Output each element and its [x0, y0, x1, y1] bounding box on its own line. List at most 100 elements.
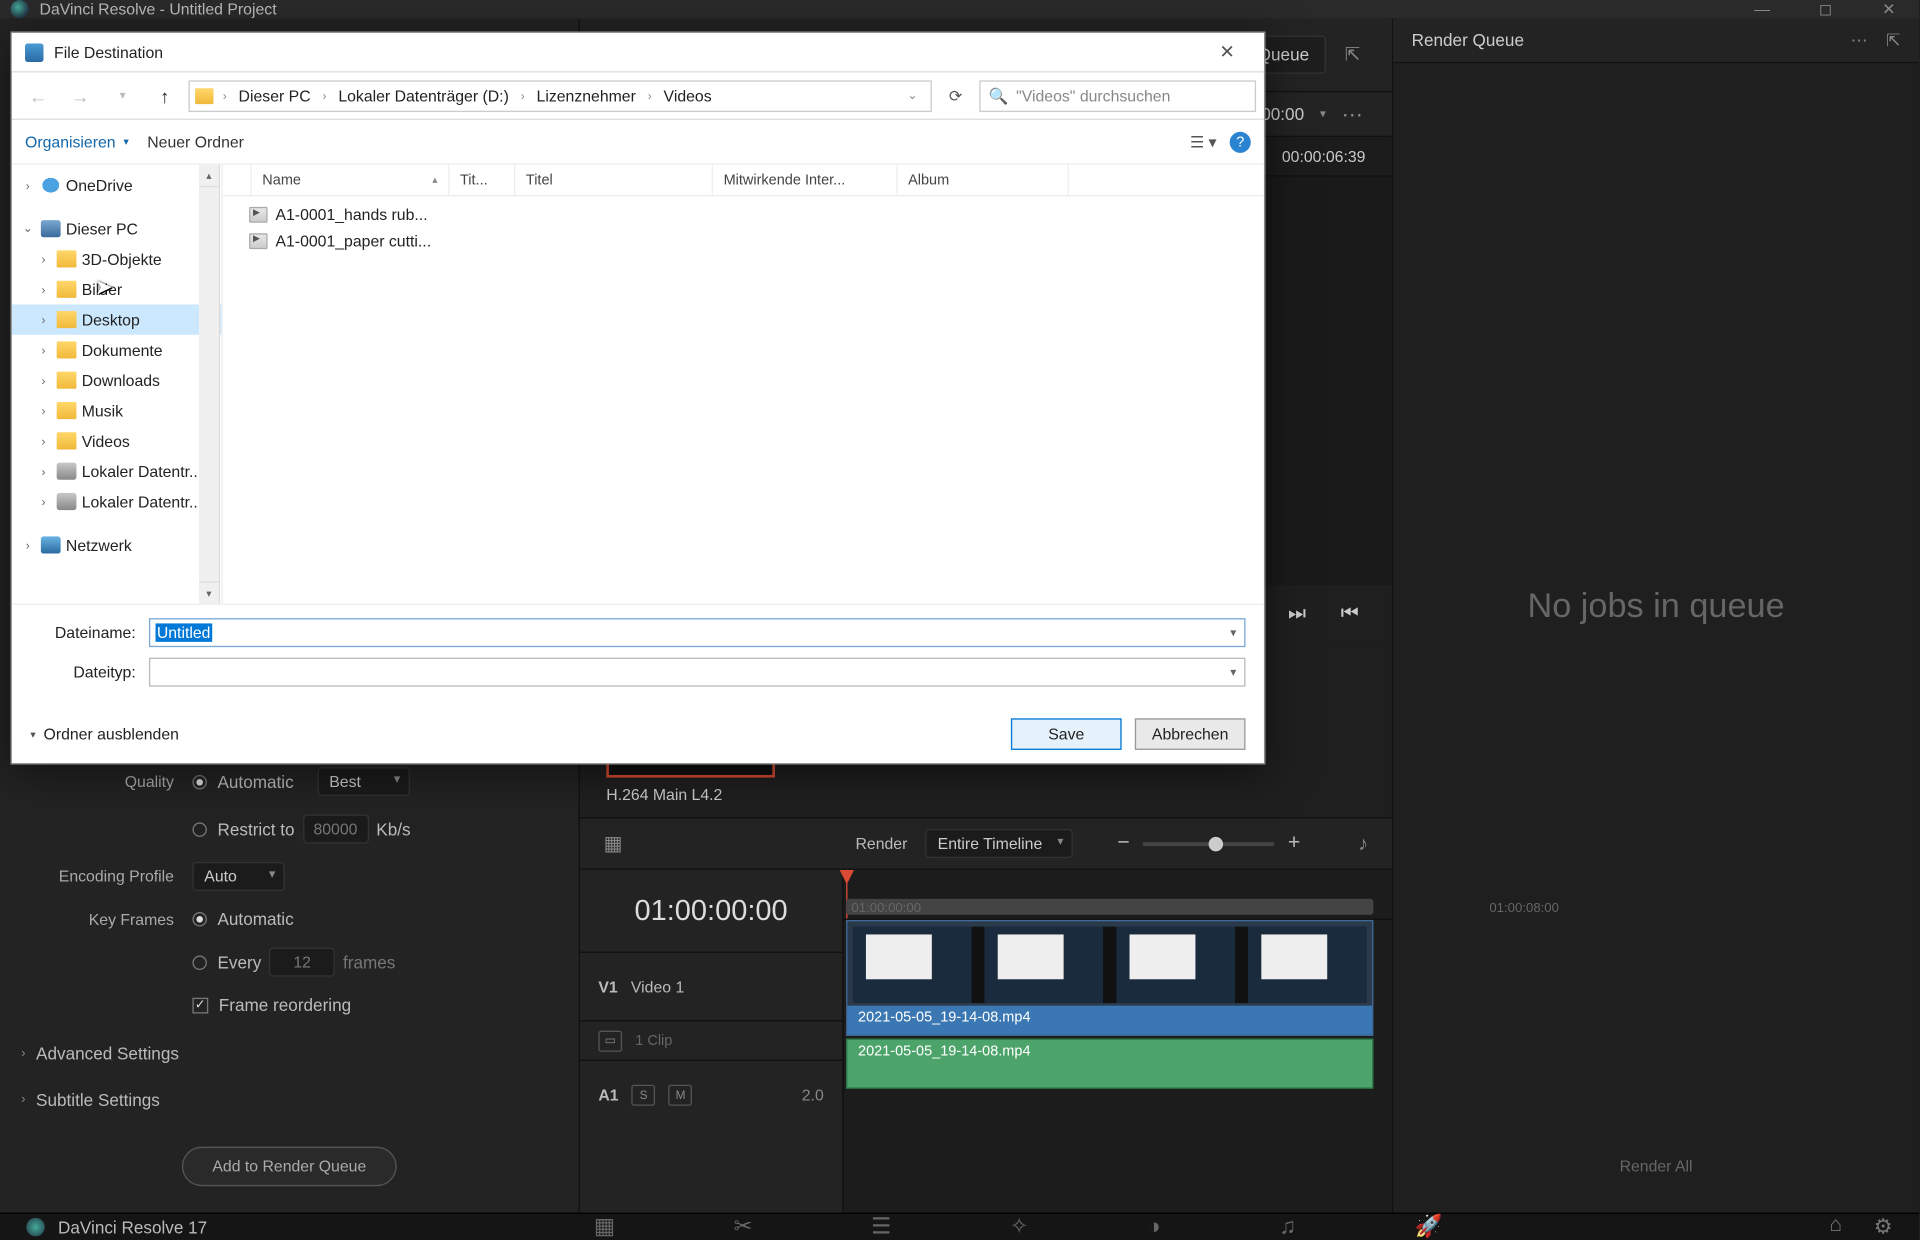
encoding-profile-select[interactable]: Auto	[192, 862, 284, 891]
tree-desktop[interactable]: Desktop	[82, 310, 140, 328]
tree-documents[interactable]: Dokumente	[82, 341, 163, 359]
page-deliver-icon[interactable]: 🚀	[1415, 1214, 1443, 1240]
list-scrollbar[interactable]: ▴ ▾	[199, 165, 220, 604]
go-start-button[interactable]: ⏮	[1334, 602, 1366, 624]
quality-label: Quality	[21, 772, 192, 790]
dialog-close-button[interactable]: ✕	[1203, 33, 1250, 71]
quality-best-select[interactable]: Best	[317, 767, 409, 796]
tree-pictures[interactable]: Bilder	[82, 280, 122, 298]
audio-icon[interactable]: ♪	[1358, 832, 1368, 854]
cancel-button[interactable]: Abbrechen	[1135, 718, 1246, 750]
tree-network[interactable]: Netzwerk	[66, 536, 132, 554]
page-color-icon[interactable]: ◑	[1147, 1214, 1161, 1240]
render-queue-title: Render Queue	[1412, 30, 1524, 50]
go-end-button[interactable]: ⏭	[1281, 602, 1313, 624]
search-input[interactable]: 🔍 "Videos" durchsuchen	[979, 80, 1256, 112]
file-item[interactable]: A1-0001_hands rub...	[223, 202, 1264, 228]
col-nr[interactable]: Tit...	[449, 165, 515, 195]
tree-local-disk-2[interactable]: Lokaler Datentr...	[82, 492, 202, 510]
clip-view-icon[interactable]: ▦	[604, 832, 623, 856]
tree-onedrive[interactable]: OneDrive	[66, 176, 133, 194]
crumb[interactable]: Lizenznehmer	[529, 86, 644, 104]
scroll-down-icon[interactable]: ▾	[199, 581, 219, 603]
audio-track-header[interactable]: A1 S M 2.0	[580, 1060, 842, 1129]
file-item[interactable]: A1-0001_paper cutti...	[223, 228, 1264, 254]
a1-mute[interactable]: M	[669, 1084, 693, 1105]
render-all-button[interactable]: Render All	[1414, 1147, 1898, 1187]
audio-clip[interactable]: 2021-05-05_19-14-08.mp4	[846, 1039, 1373, 1089]
settings-icon[interactable]: ⚙	[1874, 1214, 1893, 1240]
col-title[interactable]: Titel	[515, 165, 713, 195]
tc-dropdown-icon[interactable]: ▾	[1320, 107, 1326, 121]
help-icon[interactable]: ?	[1230, 131, 1251, 152]
path-dropdown-icon[interactable]: ⌄	[899, 88, 925, 102]
timeline-tracks[interactable]: 01:00:00:00 01:00:08:00 01:00:16:00 2021…	[844, 870, 1392, 1213]
tree-3d-objects[interactable]: 3D-Objekte	[82, 250, 162, 268]
viewer-options-icon[interactable]: ⋯	[1342, 101, 1366, 127]
page-edit-icon[interactable]: ☰	[871, 1214, 891, 1240]
scroll-up-icon[interactable]: ▴	[199, 165, 219, 187]
popout-icon[interactable]: ⇱	[1339, 38, 1365, 71]
maximize-button[interactable]: ◻	[1806, 0, 1846, 18]
nav-up-button[interactable]: ↑	[146, 85, 183, 106]
render-range-select[interactable]: Entire Timeline	[926, 829, 1073, 858]
v1-thumb-toggle[interactable]: ▭	[598, 1030, 622, 1051]
restrict-input[interactable]: 80000	[303, 815, 369, 844]
organize-menu[interactable]: Organisieren	[25, 132, 129, 150]
subtitle-settings-toggle[interactable]: › Subtitle Settings	[21, 1079, 557, 1120]
page-media-icon[interactable]: ▦	[594, 1214, 615, 1240]
tree-this-pc[interactable]: Dieser PC	[66, 219, 138, 237]
nav-back-button[interactable]: ←	[20, 85, 57, 106]
folder-tree[interactable]: ›OneDrive ⌄Dieser PC ›3D-Objekte ›Bilder…	[12, 165, 223, 604]
refresh-button[interactable]: ⟳	[937, 86, 974, 104]
crumb[interactable]: Lokaler Datenträger (D:)	[330, 86, 516, 104]
crumb[interactable]: Videos	[656, 86, 720, 104]
rq-popout-icon[interactable]: ⇱	[1886, 30, 1900, 51]
kf-auto-radio[interactable]	[192, 912, 206, 926]
audio-clip-name: 2021-05-05_19-14-08.mp4	[847, 1040, 1372, 1064]
quality-auto-radio[interactable]	[192, 774, 206, 788]
kf-auto-text: Automatic	[217, 909, 293, 929]
col-album[interactable]: Album	[898, 165, 1069, 195]
col-name[interactable]: Name▴	[252, 165, 450, 195]
page-cut-icon[interactable]: ✂	[734, 1214, 753, 1240]
page-fusion-icon[interactable]: ✧	[1010, 1214, 1029, 1240]
hide-folders-toggle[interactable]: Ordner ausblenden	[30, 725, 179, 743]
advanced-settings-toggle[interactable]: › Advanced Settings	[21, 1033, 557, 1074]
home-icon[interactable]: ⌂	[1829, 1214, 1842, 1240]
filetype-select[interactable]	[149, 658, 1246, 687]
video-clip[interactable]: 2021-05-05_19-14-08.mp4	[846, 920, 1373, 1036]
nav-forward-button[interactable]: →	[62, 85, 99, 106]
nav-recent-button[interactable]: ▾	[104, 88, 141, 102]
network-icon	[41, 536, 61, 553]
page-fairlight-icon[interactable]: ♫	[1279, 1214, 1296, 1240]
zoom-in-button[interactable]: +	[1288, 832, 1300, 856]
quality-restrict-radio[interactable]	[192, 822, 206, 836]
v1-clipcount: 1 Clip	[635, 1033, 672, 1049]
save-button[interactable]: Save	[1011, 718, 1122, 750]
a1-solo[interactable]: S	[632, 1084, 656, 1105]
render-range-bar[interactable]	[846, 899, 1373, 915]
zoom-slider[interactable]	[1143, 842, 1275, 846]
tree-downloads[interactable]: Downloads	[82, 371, 160, 389]
footer-label: DaVinci Resolve 17	[58, 1217, 207, 1237]
kf-every-input[interactable]: 12	[269, 948, 335, 977]
kf-every-radio[interactable]	[192, 955, 206, 969]
close-button[interactable]: ✕	[1869, 0, 1909, 18]
minimize-button[interactable]: —	[1742, 0, 1782, 18]
video-track-header[interactable]: V1 Video 1	[580, 952, 842, 1021]
new-folder-button[interactable]: Neuer Ordner	[147, 132, 244, 150]
view-mode-button[interactable]: ☰ ▾	[1190, 132, 1217, 150]
tree-videos[interactable]: Videos	[82, 432, 130, 450]
file-list[interactable]: Name▴ Tit... Titel Mitwirkende Inter... …	[223, 165, 1264, 604]
tree-local-disk-1[interactable]: Lokaler Datentr...	[82, 462, 202, 480]
tree-music[interactable]: Musik	[82, 401, 123, 419]
zoom-out-button[interactable]: −	[1117, 832, 1129, 856]
frame-reorder-check[interactable]	[192, 997, 208, 1013]
add-to-render-queue-button[interactable]: Add to Render Queue	[182, 1147, 397, 1187]
rq-options-icon[interactable]: ⋯	[1851, 30, 1871, 51]
breadcrumb-path[interactable]: › Dieser PC› Lokaler Datenträger (D:)› L…	[188, 80, 931, 112]
col-artists[interactable]: Mitwirkende Inter...	[713, 165, 898, 195]
filename-input[interactable]: Untitled	[149, 618, 1246, 647]
crumb[interactable]: Dieser PC	[231, 86, 319, 104]
